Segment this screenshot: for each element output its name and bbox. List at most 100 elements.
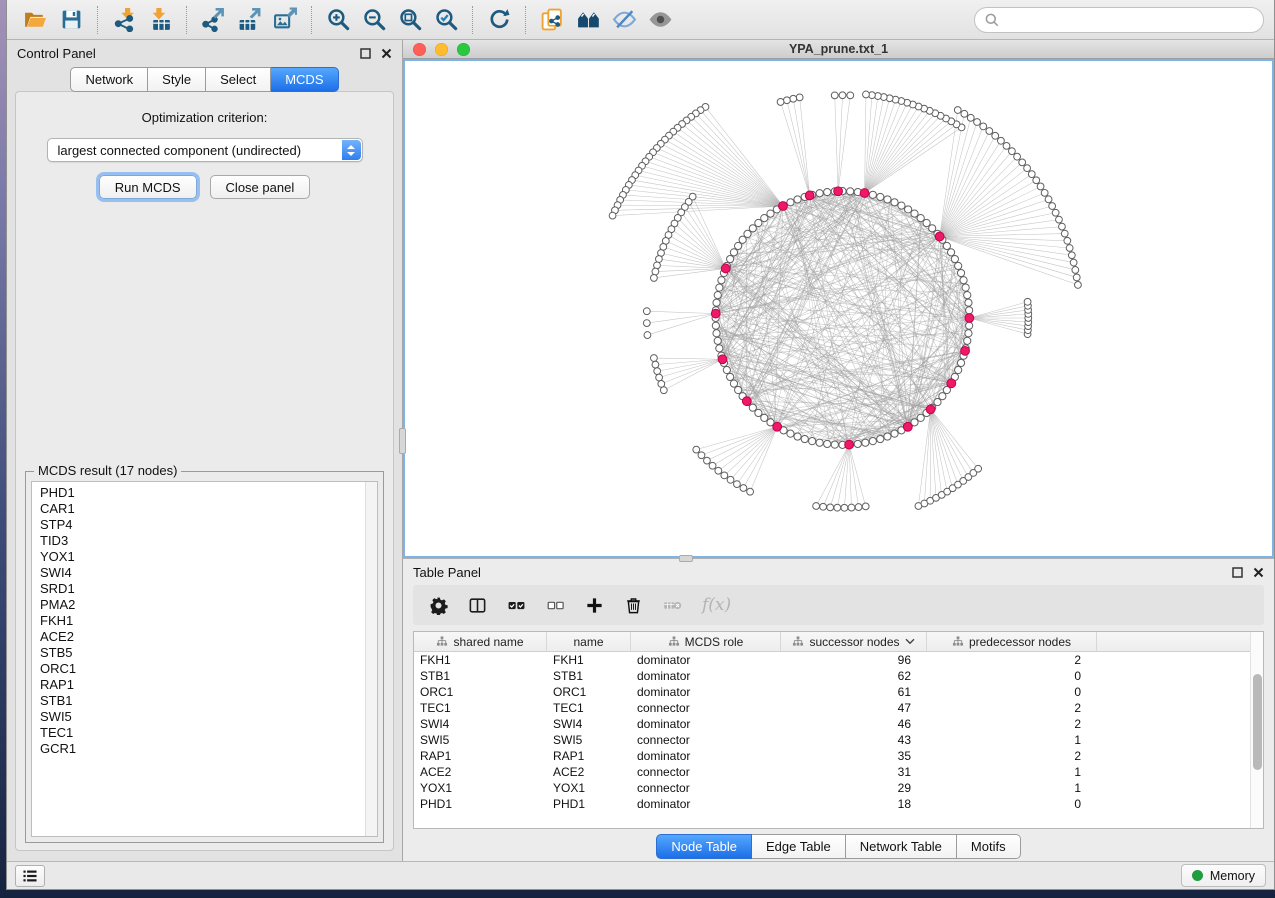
- network-node[interactable]: [960, 277, 967, 284]
- network-node[interactable]: [816, 439, 823, 446]
- network-node[interactable]: [951, 255, 958, 262]
- window-minimize-icon[interactable]: [435, 43, 448, 56]
- mcds-node[interactable]: [742, 397, 751, 406]
- network-node[interactable]: [721, 472, 728, 479]
- copy-network-button[interactable]: [534, 4, 570, 36]
- column-header-name[interactable]: name: [547, 632, 631, 651]
- network-node[interactable]: [1003, 142, 1010, 149]
- tab-select[interactable]: Select: [206, 67, 271, 92]
- network-node[interactable]: [796, 94, 803, 101]
- network-node[interactable]: [966, 307, 973, 314]
- network-node[interactable]: [740, 485, 747, 492]
- network-node[interactable]: [827, 504, 834, 511]
- hide-button[interactable]: [606, 4, 642, 36]
- network-graph[interactable]: [405, 61, 1272, 556]
- float-icon[interactable]: [360, 48, 371, 59]
- network-node[interactable]: [962, 284, 969, 291]
- network-node[interactable]: [1056, 216, 1063, 223]
- network-canvas[interactable]: [403, 59, 1274, 558]
- memory-button[interactable]: Memory: [1181, 864, 1266, 887]
- network-node[interactable]: [1052, 209, 1059, 216]
- network-node[interactable]: [744, 230, 751, 237]
- network-node[interactable]: [652, 361, 659, 368]
- network-window-titlebar[interactable]: YPA_prune.txt_1: [403, 40, 1274, 59]
- network-node[interactable]: [967, 114, 974, 121]
- network-node[interactable]: [739, 236, 746, 243]
- criterion-dropdown[interactable]: largest connected component (undirected): [47, 138, 363, 162]
- network-node[interactable]: [848, 504, 855, 511]
- add-button[interactable]: [585, 596, 604, 615]
- network-node[interactable]: [992, 132, 999, 139]
- network-node[interactable]: [954, 107, 961, 114]
- window-maximize-icon[interactable]: [457, 43, 470, 56]
- network-node[interactable]: [698, 452, 705, 459]
- network-node[interactable]: [824, 188, 831, 195]
- network-node[interactable]: [658, 381, 665, 388]
- mcds-node[interactable]: [779, 202, 788, 211]
- tab-mcds[interactable]: MCDS: [271, 67, 338, 92]
- zoom-selected-button[interactable]: [428, 4, 464, 36]
- network-node[interactable]: [1049, 203, 1056, 210]
- network-node[interactable]: [727, 476, 734, 483]
- mcds-node[interactable]: [935, 232, 944, 241]
- table-scrollbar[interactable]: [1250, 632, 1263, 828]
- network-node[interactable]: [961, 110, 968, 117]
- network-node[interactable]: [891, 430, 898, 437]
- network-node[interactable]: [723, 366, 730, 373]
- network-node[interactable]: [660, 387, 667, 394]
- network-node[interactable]: [693, 446, 700, 453]
- network-node[interactable]: [709, 462, 716, 469]
- network-node[interactable]: [704, 457, 711, 464]
- mcds-node[interactable]: [773, 422, 782, 431]
- tab-network[interactable]: Network: [70, 67, 148, 92]
- mcds-result-item[interactable]: STB5: [40, 645, 377, 661]
- network-node[interactable]: [965, 299, 972, 306]
- network-node[interactable]: [713, 330, 720, 337]
- network-node[interactable]: [820, 503, 827, 510]
- network-node[interactable]: [898, 202, 905, 209]
- network-node[interactable]: [1066, 245, 1073, 252]
- mcds-result-item[interactable]: YOX1: [40, 549, 377, 565]
- mcds-node[interactable]: [965, 314, 974, 323]
- network-node[interactable]: [656, 256, 663, 263]
- network-node[interactable]: [831, 441, 838, 448]
- mcds-result-item[interactable]: SWI5: [40, 709, 377, 725]
- network-node[interactable]: [1014, 153, 1021, 160]
- network-node[interactable]: [862, 503, 869, 510]
- network-node[interactable]: [730, 380, 737, 387]
- network-node[interactable]: [734, 481, 741, 488]
- mcds-node[interactable]: [718, 355, 727, 364]
- network-node[interactable]: [761, 414, 768, 421]
- network-node[interactable]: [824, 440, 831, 447]
- network-node[interactable]: [716, 345, 723, 352]
- network-node[interactable]: [787, 199, 794, 206]
- network-node[interactable]: [652, 268, 659, 275]
- network-node[interactable]: [727, 255, 734, 262]
- network-node[interactable]: [1045, 196, 1052, 203]
- table-row[interactable]: TEC1TEC1connector472: [414, 700, 1263, 716]
- import-network-button[interactable]: [106, 4, 142, 36]
- search-input[interactable]: [1005, 12, 1253, 27]
- network-node[interactable]: [809, 438, 816, 445]
- column-header-mcds-role[interactable]: MCDS role: [631, 632, 781, 651]
- network-node[interactable]: [911, 210, 918, 217]
- settings-button[interactable]: [429, 596, 448, 615]
- network-node[interactable]: [747, 488, 754, 495]
- network-node[interactable]: [877, 435, 884, 442]
- tab-network-table[interactable]: Network Table: [846, 834, 957, 859]
- columns-button[interactable]: [468, 596, 487, 615]
- search-box[interactable]: [974, 7, 1264, 33]
- table-row[interactable]: SWI5SWI5connector431: [414, 732, 1263, 748]
- network-node[interactable]: [884, 433, 891, 440]
- mcds-result-item[interactable]: ACE2: [40, 629, 377, 645]
- network-node[interactable]: [749, 225, 756, 232]
- mcds-node[interactable]: [721, 264, 730, 273]
- close-icon[interactable]: [1253, 567, 1264, 578]
- network-node[interactable]: [801, 435, 808, 442]
- tab-edge-table[interactable]: Edge Table: [752, 834, 846, 859]
- network-node[interactable]: [966, 322, 973, 329]
- mcds-node[interactable]: [947, 379, 956, 388]
- table-row[interactable]: FKH1FKH1dominator962: [414, 652, 1263, 668]
- close-icon[interactable]: [381, 48, 392, 59]
- network-node[interactable]: [854, 440, 861, 447]
